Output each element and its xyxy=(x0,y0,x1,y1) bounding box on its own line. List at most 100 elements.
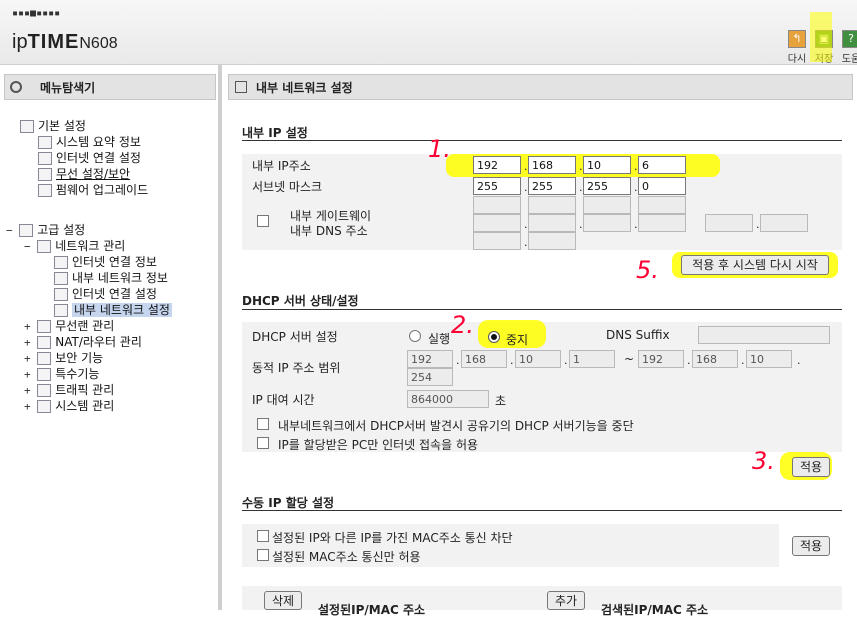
mask-octet-2[interactable] xyxy=(528,177,576,195)
dns-suffix-input[interactable] xyxy=(698,326,830,344)
dns1-octet-2[interactable] xyxy=(528,214,576,232)
gateway-octet-3[interactable] xyxy=(583,196,631,214)
range-end-octet-3[interactable] xyxy=(746,350,792,368)
tree-item-internet-setup[interactable]: 인터넷 연결 설정 xyxy=(38,149,141,166)
dhcp-stop-on-detect-label: 내부네트워크에서 DHCP서버 발견시 공유기의 DHCP 서버기능을 중단 xyxy=(278,419,634,433)
section-manual-ip: 수동 IP 할당 설정 xyxy=(242,496,335,510)
tree-traffic[interactable]: + 트래픽 관리 xyxy=(24,381,114,398)
tree-system[interactable]: + 시스템 관리 xyxy=(24,397,114,414)
tree-nat-router[interactable]: + NAT/라우터 관리 xyxy=(24,333,142,350)
gateway-octet-4[interactable] xyxy=(638,196,686,214)
dot-separator: . xyxy=(687,354,691,367)
tree-item-system-summary[interactable]: 시스템 요약 정보 xyxy=(38,133,141,150)
add-button[interactable]: 추가 xyxy=(547,591,585,610)
page-icon xyxy=(38,184,52,197)
manual-apply-button[interactable]: 적용 xyxy=(792,536,830,556)
brand-logo: ipTIMEN608 xyxy=(12,31,118,54)
dot-separator: . xyxy=(634,160,638,173)
folder-icon xyxy=(20,120,34,133)
folder-icon xyxy=(19,224,34,237)
tree-item-lan-info[interactable]: 내부 네트워크 정보 xyxy=(54,269,168,286)
dhcp-only-assigned-checkbox[interactable] xyxy=(257,437,269,449)
dot-separator: . xyxy=(524,218,528,231)
tree-special[interactable]: + 특수기능 xyxy=(24,365,99,382)
dns2-octet-1[interactable] xyxy=(705,214,753,232)
folder-icon xyxy=(37,336,52,349)
ip-octet-1[interactable] xyxy=(473,156,521,174)
ip-octet-3[interactable] xyxy=(583,156,631,174)
range-end-octet-4[interactable] xyxy=(407,368,453,386)
range-start-octet-1[interactable] xyxy=(407,350,453,368)
dns2-octet-2[interactable] xyxy=(760,214,808,232)
gateway-octet-1[interactable] xyxy=(473,196,521,214)
brand-dots-icon: ▪▪▪■▪▪▪▪ xyxy=(12,8,61,19)
section-divider xyxy=(242,140,842,141)
range-tilde: ~ xyxy=(624,352,635,366)
ip-octet-4[interactable] xyxy=(638,156,686,174)
allow-mac-only-checkbox[interactable] xyxy=(257,549,269,561)
panel-divider[interactable] xyxy=(218,64,222,610)
range-start-octet-4[interactable] xyxy=(569,350,615,368)
dhcp-run-radio[interactable] xyxy=(409,330,421,342)
dns2-octet-3[interactable] xyxy=(473,232,521,250)
tree-security[interactable]: + 보안 기능 xyxy=(24,349,103,366)
range-start-octet-2[interactable] xyxy=(461,350,507,368)
back-button[interactable]: ↰ 다시 xyxy=(786,30,808,65)
lease-time-input[interactable] xyxy=(407,390,489,408)
dns1-octet-3[interactable] xyxy=(583,214,631,232)
tree-item-internet-config[interactable]: 인터넷 연결 설정 xyxy=(54,285,157,302)
collapse-icon: − xyxy=(24,240,38,253)
mask-octet-1[interactable] xyxy=(473,177,521,195)
dot-separator: . xyxy=(634,218,638,231)
tree-network-management[interactable]: − 네트워크 관리 xyxy=(24,237,125,254)
expand-icon: + xyxy=(24,336,38,349)
dot-separator: . xyxy=(741,354,745,367)
ip-address-label: 내부 IP주소 xyxy=(252,159,311,173)
lease-time-label: IP 대여 시간 xyxy=(252,393,315,407)
block-mismatch-checkbox[interactable] xyxy=(257,530,269,542)
highlight-save xyxy=(810,12,832,62)
apply-restart-button[interactable]: 적용 후 시스템 다시 시작 xyxy=(681,255,829,275)
range-end-octet-2[interactable] xyxy=(692,350,738,368)
mask-octet-4[interactable] xyxy=(638,177,686,195)
range-start-octet-3[interactable] xyxy=(515,350,561,368)
page-icon xyxy=(54,256,68,269)
dhcp-stop-on-detect-checkbox[interactable] xyxy=(257,418,269,430)
help-label: 도움 xyxy=(841,54,857,65)
page-icon xyxy=(54,272,68,285)
expand-icon: + xyxy=(24,400,38,413)
dns1-octet-4[interactable] xyxy=(638,214,686,232)
tree-advanced-settings[interactable]: − 고급 설정 xyxy=(6,221,85,238)
delete-button[interactable]: 삭제 xyxy=(264,591,302,610)
help-button[interactable]: ? 도움 xyxy=(840,30,857,65)
gateway-dns-checkbox[interactable] xyxy=(257,215,269,227)
dot-separator: . xyxy=(756,218,760,231)
gateway-octet-2[interactable] xyxy=(528,196,576,214)
dhcp-server-label: DHCP 서버 설정 xyxy=(252,330,338,344)
annotation-1: 1. xyxy=(428,135,451,163)
tree-wireless-mgmt[interactable]: + 무선랜 관리 xyxy=(24,317,114,334)
dot-separator: . xyxy=(524,160,528,173)
back-label: 다시 xyxy=(787,54,807,65)
tree-item-firmware[interactable]: 펌웨어 업그레이드 xyxy=(38,181,148,198)
magnifier-icon xyxy=(10,81,22,93)
tree-basic-settings[interactable]: 기본 설정 xyxy=(20,117,86,134)
dhcp-stop-radio[interactable] xyxy=(488,331,500,343)
dns1-octet-1[interactable] xyxy=(473,214,521,232)
dhcp-only-assigned-label: IP를 할당받은 PC만 인터넷 접속을 허용 xyxy=(278,438,479,452)
dns-suffix-label: DNS Suffix xyxy=(606,328,670,342)
expand-icon: + xyxy=(24,384,38,397)
tree-item-wireless[interactable]: 무선 설정/보안 xyxy=(38,165,130,182)
dot-separator: . xyxy=(634,181,638,194)
tree-item-lan-config[interactable]: 내부 네트워크 설정 xyxy=(54,301,172,318)
dhcp-apply-button[interactable]: 적용 xyxy=(792,457,830,477)
folder-icon xyxy=(37,240,52,253)
page-icon xyxy=(38,152,52,165)
allow-mac-only-label: 설정된 MAC주소 통신만 허용 xyxy=(272,550,421,564)
ip-octet-2[interactable] xyxy=(528,156,576,174)
help-icon: ? xyxy=(842,30,857,48)
range-end-octet-1[interactable] xyxy=(638,350,684,368)
dns2-octet-4[interactable] xyxy=(528,232,576,250)
mask-octet-3[interactable] xyxy=(583,177,631,195)
tree-item-internet-info[interactable]: 인터넷 연결 정보 xyxy=(54,253,157,270)
